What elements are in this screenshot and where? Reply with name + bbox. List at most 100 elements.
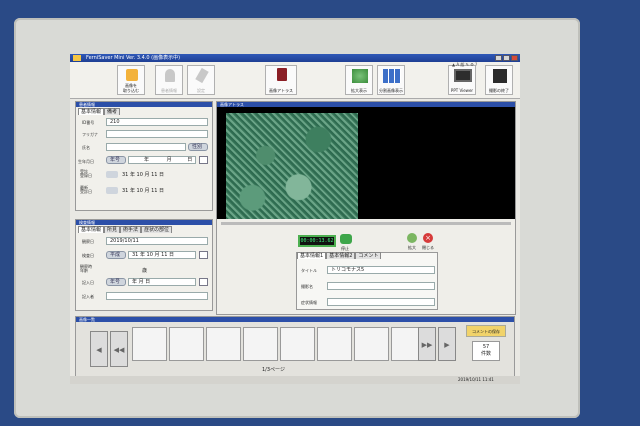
next-page-button[interactable]: ▶▶ <box>418 327 436 361</box>
last-visit-value: 31 年 10 月 11 日 <box>122 188 165 194</box>
image-title-field[interactable]: トリコモナス5 <box>327 266 435 274</box>
birth-era-select[interactable]: 年号 <box>106 156 126 164</box>
record-era-select[interactable]: 年号 <box>106 278 126 286</box>
image-atlas-button[interactable]: 画像アトラス <box>265 65 297 95</box>
status-tray-icons: ▲ A 般 ✎ ⚙ ? <box>452 62 478 67</box>
exit-capture-button[interactable]: 撮影の終了 <box>485 65 513 95</box>
record-calendar-icon[interactable] <box>199 278 208 286</box>
split-view-button[interactable]: 分割画像表示 <box>377 65 405 95</box>
tab-exam-basic[interactable]: 基本情報 <box>78 226 105 233</box>
thumbnail-slot[interactable] <box>354 327 389 361</box>
id-field[interactable]: 210 <box>106 118 208 126</box>
patient-panel: 患者情報 基本情報 備考 ID番号 210 フリガナ 氏名 性別 生年月日 年号 … <box>75 101 213 211</box>
last-page-button[interactable]: ▶ <box>438 327 456 361</box>
prev-page-button[interactable]: ◀◀ <box>110 331 128 367</box>
exam-era-select[interactable]: 平成 <box>106 251 126 259</box>
zoom-label: 拡大 <box>408 245 416 250</box>
book-icon <box>277 68 287 81</box>
zoom-icon[interactable] <box>407 233 417 243</box>
tab-comment[interactable]: コメント <box>355 252 382 259</box>
exam-date-field[interactable]: 31 年 10 月 11 日 <box>128 251 196 259</box>
save-comment-button[interactable]: コメントの保存 <box>466 325 506 337</box>
record-date-label: 記入日 <box>82 280 94 285</box>
birth-label: 生年月日 <box>78 159 94 164</box>
exam-panel: 検査情報 基本情報 所見 術手法 症状の部位 観察日 2019/10/11 検査日 平… <box>75 219 213 311</box>
expand-icon <box>352 69 368 83</box>
patient-panel-header: 患者情報 <box>76 102 212 107</box>
thumbnail-slot[interactable] <box>132 327 167 361</box>
obs-date-label: 観察日 <box>82 239 94 244</box>
birth-year-unit: 年 <box>144 157 150 163</box>
image-atlas-label: 画像アトラス <box>269 88 293 93</box>
monitor-icon <box>454 69 472 82</box>
folder-icon <box>126 69 138 81</box>
tab-procedure[interactable]: 術手法 <box>120 226 142 233</box>
name-field[interactable] <box>106 143 186 151</box>
minimize-button[interactable] <box>495 55 502 61</box>
image-scrollbar[interactable] <box>221 222 511 225</box>
birth-day-unit: 日 <box>187 157 193 163</box>
kana-field[interactable] <box>106 130 208 138</box>
obs-date-field[interactable]: 2019/10/11 <box>106 237 208 245</box>
exam-date-label: 検査日 <box>82 253 94 258</box>
filmstrip-header: 画像一覧 <box>76 317 514 322</box>
first-visit-era <box>106 171 118 178</box>
record-date-field[interactable]: 年 月 日 <box>128 278 196 286</box>
first-visit-value: 31 年 10 月 11 日 <box>122 172 165 178</box>
title-bar: FerniSaver Mini Ver. 3.4.0 (画像表示中) <box>70 54 520 62</box>
exam-calendar-icon[interactable] <box>199 251 208 259</box>
window-title: FerniSaver Mini Ver. 3.4.0 (画像表示中) <box>86 55 181 61</box>
last-visit-label: 最新 受診日 <box>80 185 92 194</box>
tab-symptom-site[interactable]: 症状の部位 <box>141 226 173 233</box>
split-view-label: 分割画像表示 <box>379 88 403 93</box>
filmstrip-panel: 画像一覧 ◀ ◀◀ ▶▶ ▶ 1/3ページ コメントの保存 57 件数 <box>75 316 515 378</box>
ppt-viewer-button[interactable]: PPT Viewer <box>448 65 476 95</box>
tab-basic-info[interactable]: 基本情報 <box>78 108 105 115</box>
close-label: 閉じる <box>422 245 434 250</box>
first-page-button[interactable]: ◀ <box>90 331 108 367</box>
status-clock: 2019/10/11 11:41 <box>458 377 494 382</box>
thumbnail-slot[interactable] <box>317 327 352 361</box>
tab-info-basic1[interactable]: 基本情報1 <box>297 252 327 259</box>
thumbnail-slot[interactable] <box>206 327 241 361</box>
tab-findings[interactable]: 所見 <box>104 226 121 233</box>
thumbnail-slot[interactable] <box>243 327 278 361</box>
tab-remarks[interactable]: 備考 <box>104 108 121 115</box>
first-visit-label: 受診 登録日 <box>80 169 92 178</box>
page-indicator: 1/3ページ <box>262 367 285 373</box>
thumbnail-slot[interactable] <box>169 327 204 361</box>
import-image-label: 画像を 取り込む <box>123 83 139 93</box>
maximize-button[interactable] <box>503 55 510 61</box>
id-label: ID番号 <box>82 120 95 125</box>
settings-button[interactable]: 設定 <box>187 65 215 95</box>
kana-label: フリガナ <box>82 132 98 137</box>
exam-panel-header: 検査情報 <box>76 220 212 225</box>
enlarge-view-button[interactable]: 拡大表示 <box>345 65 373 95</box>
image-count: 57 件数 <box>472 341 500 361</box>
birth-date-field[interactable]: 年 月 日 <box>128 156 196 164</box>
age-value: 歳 <box>142 268 148 274</box>
status-bar: 2019/10/11 11:41 <box>70 376 520 384</box>
info-tabs: 基本情報1 基本情報2 コメント <box>297 252 382 259</box>
writer-field[interactable] <box>106 292 208 300</box>
image-name-field[interactable] <box>327 282 435 290</box>
import-image-button[interactable]: 画像を 取り込む <box>117 65 145 95</box>
thumbnail-slot[interactable] <box>280 327 315 361</box>
name-label: 氏名 <box>82 145 90 150</box>
door-icon <box>493 69 507 83</box>
close-window-button[interactable] <box>511 55 518 61</box>
symptom-info-label: 症状情報 <box>301 300 317 305</box>
close-icon[interactable]: × <box>423 233 433 243</box>
writer-label: 記入者 <box>82 294 94 299</box>
calendar-icon[interactable] <box>199 156 208 164</box>
patient-button[interactable]: 患者情報 <box>155 65 183 95</box>
enlarge-view-label: 拡大表示 <box>351 88 367 93</box>
stop-icon[interactable] <box>340 234 352 244</box>
last-visit-era <box>106 187 118 194</box>
image-name-label: 撮影名 <box>301 284 313 289</box>
sex-field[interactable]: 性別 <box>188 143 208 151</box>
exam-tabs: 基本情報 所見 術手法 症状の部位 <box>78 226 173 233</box>
symptom-info-field[interactable] <box>327 298 435 306</box>
tab-info-basic2[interactable]: 基本情報2 <box>326 252 356 259</box>
microscope-image[interactable] <box>226 113 358 219</box>
